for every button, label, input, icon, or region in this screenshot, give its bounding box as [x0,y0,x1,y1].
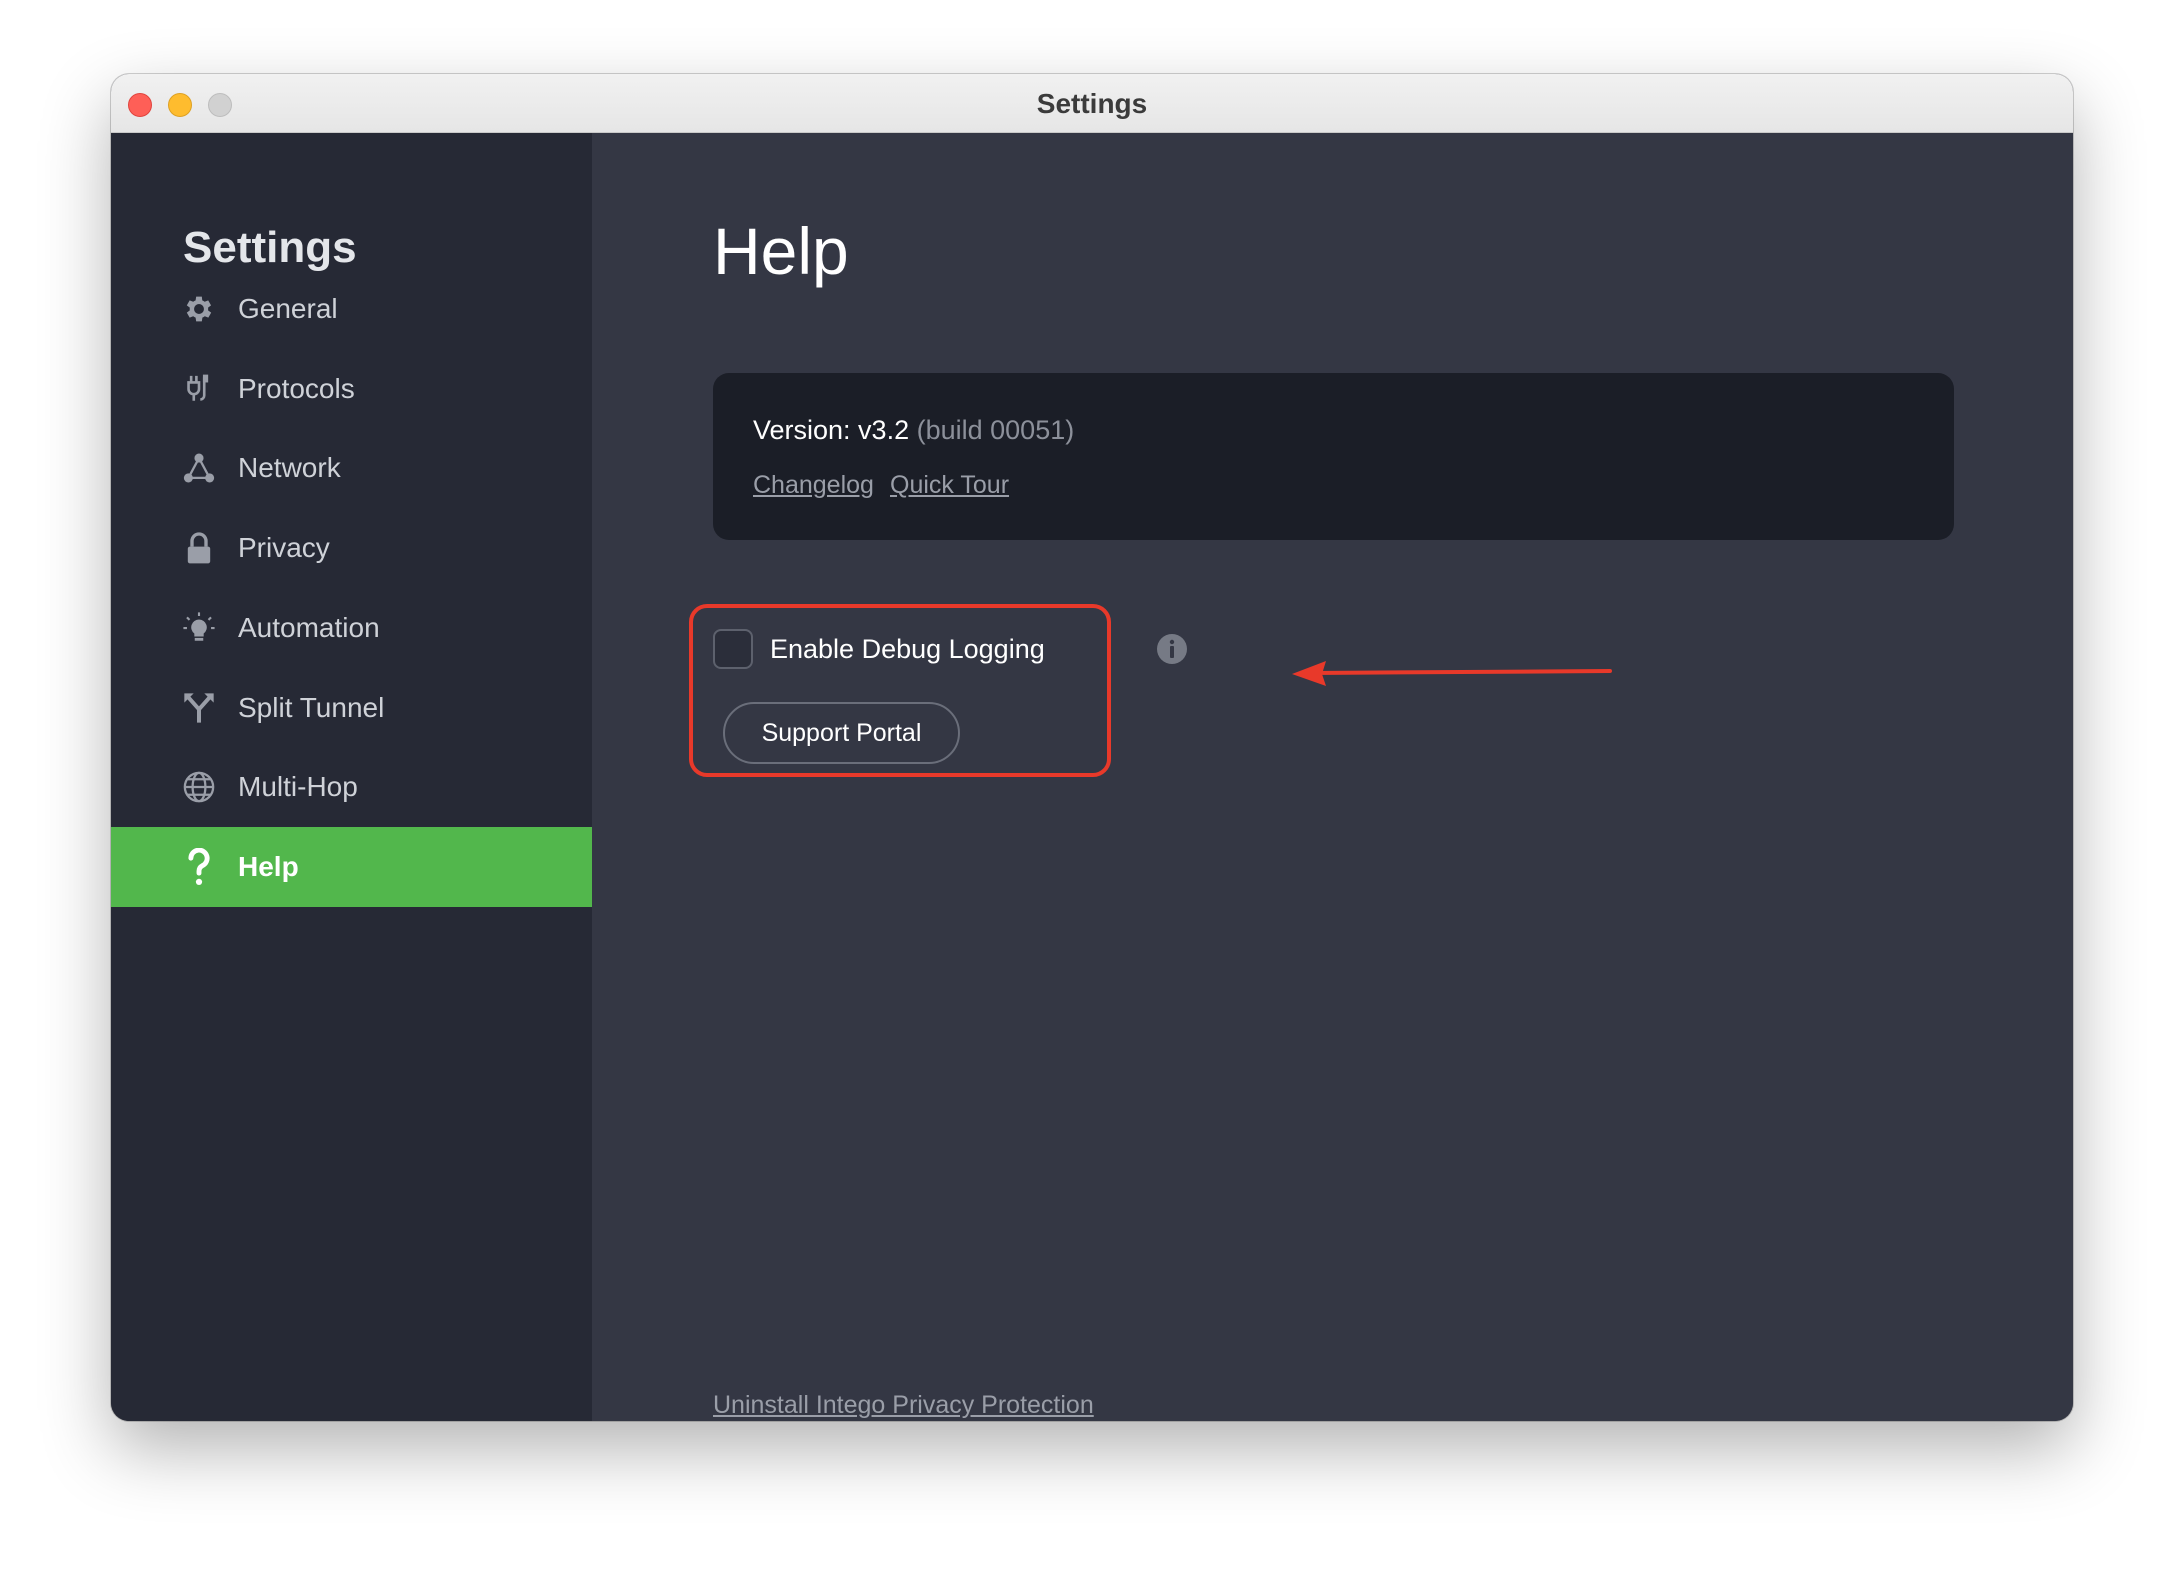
sidebar-item-label: Automation [238,612,380,643]
sidebar: Settings General Protocols Network Priva… [111,133,592,1421]
version-text: Version: v3.2 (build 00051) [753,415,1074,446]
main-panel: Help Version: v3.2 (build 00051) Changel… [592,133,2073,1421]
sidebar-item-label: Network [238,452,341,483]
question-icon [181,848,217,886]
version-label: Version: v3.2 [753,415,910,445]
sidebar-item-help[interactable]: Help [111,827,592,907]
sidebar-item-label: Split Tunnel [238,692,385,723]
changelog-link[interactable]: Changelog [753,471,874,500]
sidebar-item-label: General [238,293,338,324]
sidebar-item-privacy[interactable]: Privacy [111,508,592,588]
info-icon[interactable] [1156,633,1188,665]
settings-window: Settings Settings General Protocols Netw… [111,74,2073,1421]
version-card: Version: v3.2 (build 00051) Changelog Qu… [713,373,1954,540]
sidebar-item-automation[interactable]: Automation [111,588,592,668]
title-bar: Settings [111,74,2073,133]
sidebar-item-general[interactable]: General [111,269,592,349]
uninstall-link[interactable]: Uninstall Intego Privacy Protection [713,1391,1094,1420]
sidebar-item-split-tunnel[interactable]: Split Tunnel [111,668,592,748]
plug-icon [181,371,217,407]
sidebar-title: Settings [183,223,357,272]
sidebar-item-protocols[interactable]: Protocols [111,349,592,429]
sidebar-item-label: Protocols [238,373,355,404]
annotation-arrow-icon [1292,661,1612,686]
build-label: (build 00051) [916,415,1075,445]
window-title: Settings [1036,88,1148,119]
debug-logging-checkbox[interactable] [713,629,753,669]
sidebar-item-multi-hop[interactable]: Multi-Hop [111,747,592,827]
lock-icon [181,530,217,566]
sidebar-item-label: Multi-Hop [238,771,358,802]
sidebar-item-label: Privacy [238,532,330,563]
globe-icon [181,769,217,805]
sidebar-item-label: Help [238,851,299,882]
split-icon [181,690,217,726]
sidebar-item-network[interactable]: Network [111,428,592,508]
gear-icon [181,291,217,327]
quick-tour-link[interactable]: Quick Tour [890,471,1009,500]
support-portal-button[interactable]: Support Portal [723,702,960,764]
network-icon [181,450,217,486]
lightbulb-icon [181,610,217,646]
debug-logging-label: Enable Debug Logging [770,634,1045,664]
page-title: Help [713,214,849,288]
